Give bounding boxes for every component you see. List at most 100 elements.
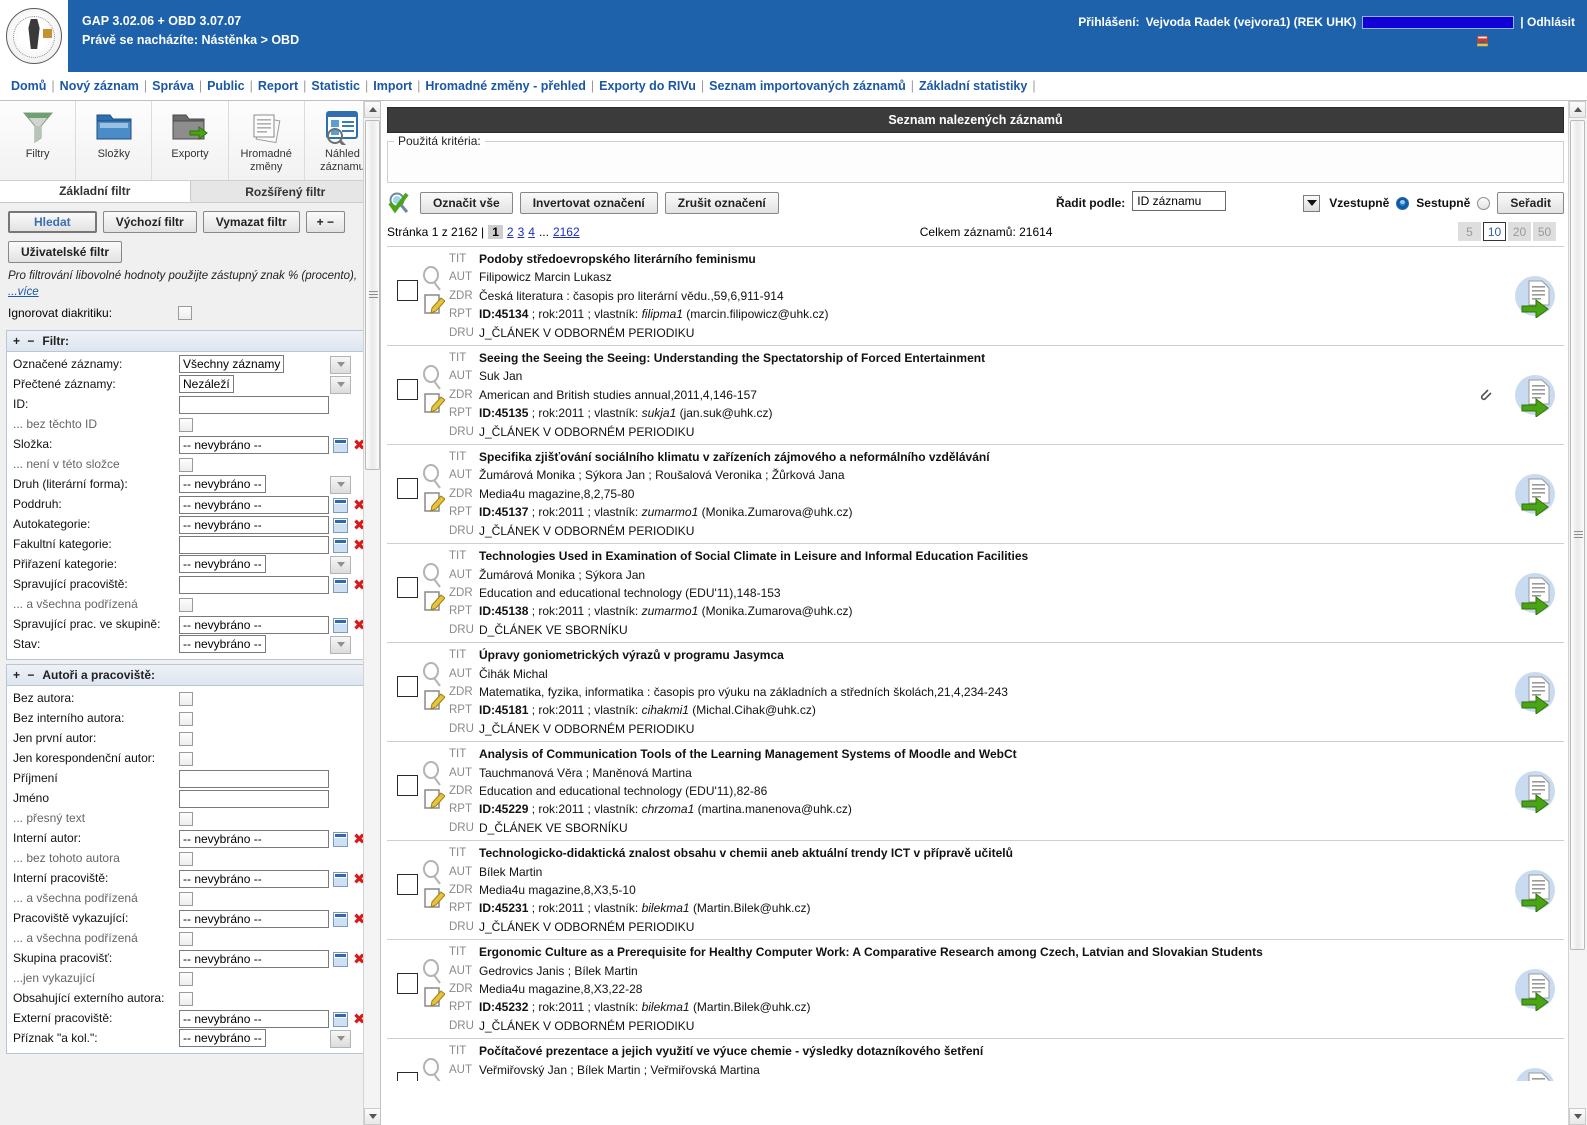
select-wrapper[interactable]: -- nevybráno -- — [179, 634, 356, 655]
filter-expand-toggle[interactable]: + − — [13, 334, 36, 348]
filter-hint-more-link[interactable]: ...více — [8, 286, 39, 298]
jen-prvni-autor-checkbox[interactable] — [179, 732, 193, 747]
magnifier-icon[interactable] — [421, 365, 445, 391]
magnifier-icon[interactable] — [421, 1058, 445, 1081]
logout-link[interactable]: | Odhlásit — [1520, 15, 1575, 29]
note-edit-icon[interactable] — [423, 886, 445, 910]
ribbon-button-exporty[interactable]: Exporty — [152, 101, 229, 180]
tab-zakladni-filtr[interactable]: Základní filtr — [0, 181, 191, 202]
neni-v-teto-slozce-checkbox[interactable] — [179, 458, 193, 473]
note-edit-icon[interactable] — [423, 589, 445, 613]
export-record-icon[interactable] — [1512, 274, 1558, 319]
interni-autor-input[interactable] — [179, 830, 329, 849]
picker-icon[interactable] — [333, 537, 348, 553]
nav-item-seznam-importovanych[interactable]: Seznam importovaných záznamů — [706, 79, 909, 93]
filter-fieldset-header[interactable]: + − Filtr: — [7, 331, 373, 353]
picker-icon[interactable] — [333, 437, 348, 453]
invert-selection-button[interactable]: Invertovat označení — [519, 192, 658, 214]
record-select-checkbox[interactable] — [397, 577, 418, 599]
default-filter-button[interactable]: Výchozí filtr — [102, 211, 197, 233]
tab-rozsireny-filtr[interactable]: Rozšířený filtr — [191, 181, 381, 202]
ignore-diacritics-checkbox[interactable] — [178, 306, 192, 321]
obsahujici-externiho-autora-checkbox[interactable] — [179, 992, 193, 1007]
bez-autora-checkbox[interactable] — [179, 692, 193, 707]
nav-item-novy-zaznam[interactable]: Nový záznam — [57, 79, 142, 93]
chevron-down-icon[interactable] — [330, 635, 351, 654]
scrollbar-thumb[interactable] — [365, 120, 380, 470]
spravujici-pracoviste-input[interactable] — [179, 576, 329, 595]
jen-korespondencni-autor-checkbox[interactable] — [179, 752, 193, 767]
sort-button[interactable]: Seřadit — [1497, 192, 1564, 214]
picker-icon[interactable] — [333, 951, 348, 967]
autokategorie-input[interactable] — [179, 516, 329, 535]
a-vsechna-podrizena-checkbox-1[interactable] — [179, 892, 193, 907]
nav-item-zakladni-statistiky[interactable]: Základní statistiky — [916, 79, 1030, 93]
sort-select-wrapper[interactable]: ID záznamu — [1132, 190, 1322, 214]
page-size-20[interactable]: 20 — [1508, 222, 1531, 241]
export-record-icon[interactable] — [1512, 769, 1558, 814]
sort-by-select[interactable]: ID záznamu — [1132, 190, 1227, 211]
picker-icon[interactable] — [333, 517, 348, 533]
page-link-3[interactable]: 3 — [518, 225, 525, 239]
presny-text-checkbox[interactable] — [179, 812, 193, 827]
clear-filter-button[interactable]: Vymazat filtr — [202, 211, 300, 233]
authors-expand-toggle[interactable]: + − — [13, 668, 36, 682]
page-link-4[interactable]: 4 — [528, 225, 535, 239]
record-select-checkbox[interactable] — [397, 775, 418, 797]
note-edit-icon[interactable] — [423, 490, 445, 514]
page-size-50[interactable]: 50 — [1533, 222, 1556, 241]
nav-item-report[interactable]: Report — [255, 79, 301, 93]
spravujici-prac-skupina-input[interactable] — [179, 616, 329, 635]
descending-radio[interactable] — [1477, 196, 1491, 210]
note-edit-icon[interactable] — [423, 985, 445, 1009]
record-select-checkbox[interactable] — [397, 478, 418, 500]
prijmeni-input[interactable] — [179, 770, 329, 789]
magnifier-icon[interactable] — [421, 860, 445, 886]
chevron-down-icon[interactable] — [330, 1029, 351, 1048]
magnifier-icon[interactable] — [421, 563, 445, 589]
results-scrollbar[interactable] — [1568, 101, 1587, 1125]
picker-icon[interactable] — [333, 911, 348, 927]
user-filters-button[interactable]: Uživatelské filtr — [8, 241, 123, 263]
scroll-down-icon[interactable] — [364, 1108, 380, 1125]
record-select-checkbox[interactable] — [397, 280, 418, 301]
attachment-clip-icon[interactable] — [1478, 387, 1492, 403]
nav-item-public[interactable]: Public — [204, 79, 248, 93]
sidebar-scrollbar[interactable] — [363, 101, 380, 1125]
oznacene-zaznamy-select[interactable]: Všechny záznamy — [179, 354, 285, 373]
export-record-icon[interactable] — [1512, 967, 1558, 1012]
magnifier-icon[interactable] — [421, 959, 445, 985]
interni-pracoviste-input[interactable] — [179, 870, 329, 889]
prirazeni-kategorie-select[interactable]: -- nevybráno -- — [179, 554, 266, 573]
bez-tohoto-autora-checkbox[interactable] — [179, 852, 193, 867]
ribbon-button-hromadne-zmeny[interactable]: Hromadné změny — [229, 101, 305, 180]
fakultni-kategorie-input[interactable] — [179, 536, 329, 555]
nav-item-domu[interactable]: Domů — [8, 79, 49, 93]
scroll-up-icon[interactable] — [1569, 101, 1586, 118]
select-wrapper[interactable]: Všechny záznamy — [179, 354, 356, 375]
picker-icon[interactable] — [333, 1011, 348, 1027]
record-select-checkbox[interactable] — [397, 874, 418, 896]
magnifier-icon[interactable] — [421, 266, 445, 292]
export-record-icon[interactable] — [1512, 1066, 1558, 1081]
slozka-input[interactable] — [179, 436, 329, 455]
scroll-up-icon[interactable] — [364, 101, 380, 118]
skupina-pracovist-input[interactable] — [179, 950, 329, 969]
note-edit-icon[interactable] — [423, 787, 445, 811]
record-select-checkbox[interactable] — [397, 1072, 418, 1081]
druh-select[interactable]: -- nevybráno -- — [179, 474, 266, 493]
export-record-icon[interactable] — [1512, 373, 1558, 418]
page-link-last[interactable]: 2162 — [553, 225, 580, 239]
jen-vykazujici-checkbox[interactable] — [179, 972, 193, 987]
magnifier-icon[interactable] — [421, 464, 445, 490]
chevron-down-icon[interactable] — [330, 355, 351, 374]
select-wrapper[interactable]: -- nevybráno -- — [179, 474, 356, 495]
record-select-checkbox[interactable] — [397, 676, 418, 698]
chevron-down-icon[interactable] — [330, 375, 351, 394]
magnifier-icon[interactable] — [421, 662, 445, 688]
select-all-button[interactable]: Označit vše — [420, 192, 513, 214]
note-edit-icon[interactable] — [423, 292, 445, 316]
scrollbar-thumb[interactable] — [1570, 120, 1585, 950]
select-wrapper[interactable]: -- nevybráno -- — [179, 1028, 356, 1049]
main-nav[interactable]: Domů | Nový záznam | Správa | Public | Repor… — [0, 72, 1587, 101]
